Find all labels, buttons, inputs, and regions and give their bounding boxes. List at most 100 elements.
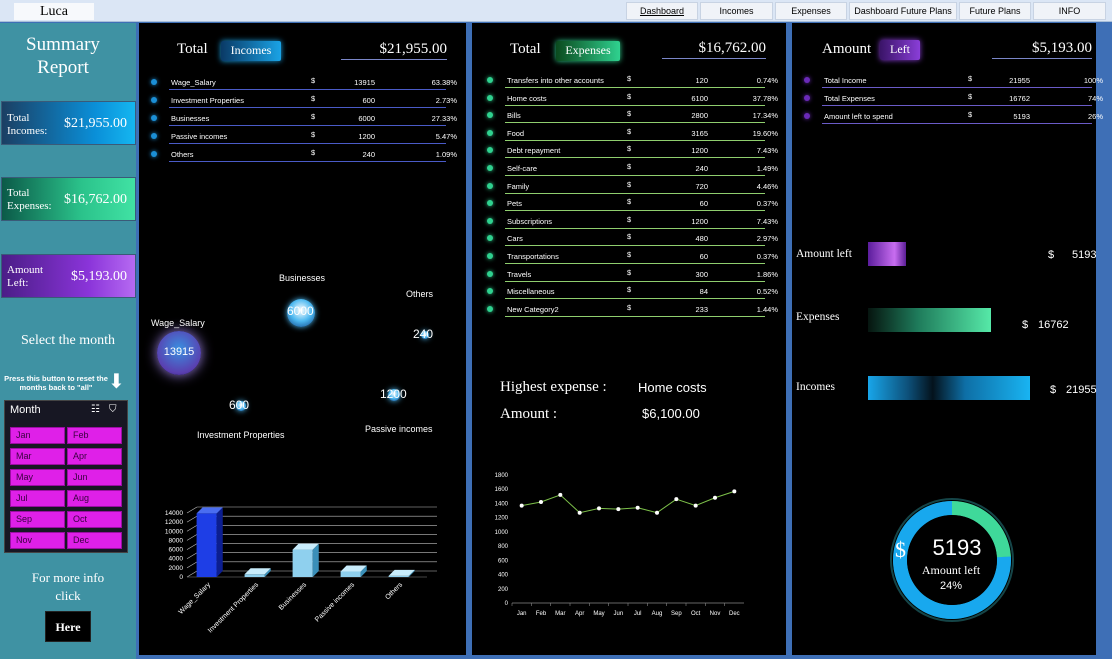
- kpi-total-expenses: Total Expenses: $16,762.00: [1, 177, 136, 221]
- row-name: Transfers into other accounts: [507, 76, 604, 85]
- row-name: Total Expenses: [824, 94, 875, 103]
- row-percent: 74%: [1087, 94, 1103, 103]
- row-value: 240: [695, 164, 708, 173]
- bubble-label: Others: [406, 289, 434, 299]
- tab-dashboard[interactable]: Dashboard: [626, 2, 698, 20]
- compare-value-left: 5193: [1072, 249, 1097, 261]
- row-value: 60: [699, 252, 708, 261]
- tab-dashboard-future-plans[interactable]: Dashboard Future Plans: [849, 2, 957, 20]
- month-button-oct[interactable]: Oct: [67, 511, 122, 528]
- row-name: Pets: [507, 199, 523, 209]
- row-underline: [505, 122, 765, 124]
- row-underline: [505, 245, 765, 247]
- bullet-icon: [487, 253, 493, 259]
- incomes-badge: Incomes: [221, 41, 281, 61]
- data-point: [597, 506, 601, 511]
- y-tick-label: 1400: [495, 501, 509, 507]
- tab-expenses[interactable]: Expenses: [775, 2, 847, 20]
- month-button-dec[interactable]: Dec: [67, 532, 122, 549]
- table-row: Travels $300 1.86%: [487, 267, 778, 282]
- bullet-icon: [487, 147, 493, 154]
- grid-line: [186, 570, 198, 578]
- table-row: Pets $60 0.37%: [487, 197, 778, 212]
- grid-line: [186, 515, 198, 523]
- grid-line: [186, 543, 198, 550]
- month-button-may[interactable]: May: [10, 469, 65, 486]
- table-row: Investment Properties $600 2.73%: [151, 94, 457, 108]
- expenses-panel: Total Expenses $16,762.00 Transfers into…: [472, 23, 786, 655]
- data-point: [674, 497, 679, 502]
- month-button-feb[interactable]: Feb: [67, 427, 122, 444]
- month-button-jul[interactable]: Jul: [10, 490, 65, 507]
- bullet-icon: [487, 165, 493, 171]
- tab-future-plans[interactable]: Future Plans: [959, 2, 1031, 20]
- x-tick-label: Nov: [710, 611, 721, 617]
- row-underline: [505, 104, 765, 106]
- row-underline: [505, 227, 765, 229]
- x-tick-label: Oct: [691, 611, 701, 617]
- month-button-mar[interactable]: Mar: [10, 448, 65, 465]
- row-currency: $: [627, 285, 632, 295]
- month-button-apr[interactable]: Apr: [67, 448, 122, 465]
- multi-select-icon[interactable]: ☷: [91, 404, 100, 415]
- row-name: Investment Properties: [171, 96, 244, 105]
- row-currency: $: [311, 130, 316, 139]
- row-value: 600: [362, 96, 375, 105]
- bubble-label: Passive incomes: [365, 424, 433, 434]
- row-underline: [822, 87, 1092, 88]
- clear-filter-icon[interactable]: ⛉: [109, 404, 117, 415]
- row-currency: $: [311, 76, 316, 85]
- here-button[interactable]: Here: [45, 611, 91, 642]
- bubble-label: Investment Properties: [197, 430, 285, 440]
- row-currency: $: [627, 74, 632, 83]
- tab-info[interactable]: INFO: [1033, 2, 1106, 20]
- month-button-nov[interactable]: Nov: [10, 532, 65, 549]
- row-value: 300: [695, 269, 708, 279]
- data-point: [577, 510, 582, 515]
- x-tick-label: Wage_Salary: [178, 581, 213, 616]
- row-value: 6000: [358, 114, 375, 123]
- compare-bar-incomes: [868, 376, 1030, 400]
- row-percent: 0.37%: [756, 199, 778, 209]
- month-button-sep[interactable]: Sep: [10, 511, 65, 528]
- month-button-aug[interactable]: Aug: [67, 490, 122, 507]
- user-name: Luca: [14, 3, 94, 20]
- row-percent: 0.37%: [756, 252, 778, 261]
- y-tick-label: 0: [505, 601, 509, 607]
- row-value: 120: [695, 76, 708, 85]
- data-point: [693, 503, 698, 508]
- x-tick-label: Dec: [729, 611, 740, 617]
- bullet-icon: [487, 288, 493, 295]
- incomes-total: $21,955.00: [341, 41, 447, 60]
- bar: [244, 574, 265, 577]
- month-button-jan[interactable]: Jan: [10, 427, 65, 444]
- tab-incomes[interactable]: Incomes: [700, 2, 773, 20]
- month-button-jun[interactable]: Jun: [67, 469, 122, 486]
- bubble-value: 13915: [163, 346, 195, 358]
- row-name: Subscriptions: [507, 216, 553, 226]
- row-underline: [822, 123, 1092, 124]
- y-tick-label: 4000: [169, 556, 184, 563]
- row-currency: $: [627, 302, 632, 312]
- x-tick-label: Jul: [634, 611, 642, 617]
- bullet-icon: [487, 94, 493, 101]
- row-currency: $: [627, 267, 632, 277]
- row-percent: 1.86%: [756, 269, 778, 279]
- row-name: Others: [171, 150, 194, 159]
- bullet-icon: [487, 305, 493, 312]
- y-tick-label: 1600: [495, 487, 509, 493]
- y-tick-label: 10000: [165, 528, 183, 535]
- data-point: [519, 503, 524, 508]
- bubble-value: 240: [413, 327, 434, 341]
- row-currency: $: [311, 148, 316, 157]
- row-underline: [505, 210, 765, 212]
- row-name: Travels: [507, 269, 532, 279]
- row-value: 2800: [691, 111, 708, 121]
- bubble-label: Businesses: [279, 273, 326, 283]
- compare-label-expenses: Expenses: [796, 311, 840, 323]
- y-tick-label: 14000: [165, 510, 183, 517]
- row-currency: $: [627, 250, 632, 259]
- row-percent: 2.73%: [435, 96, 457, 105]
- row-percent: 26%: [1087, 112, 1103, 121]
- row-currency: $: [968, 110, 973, 119]
